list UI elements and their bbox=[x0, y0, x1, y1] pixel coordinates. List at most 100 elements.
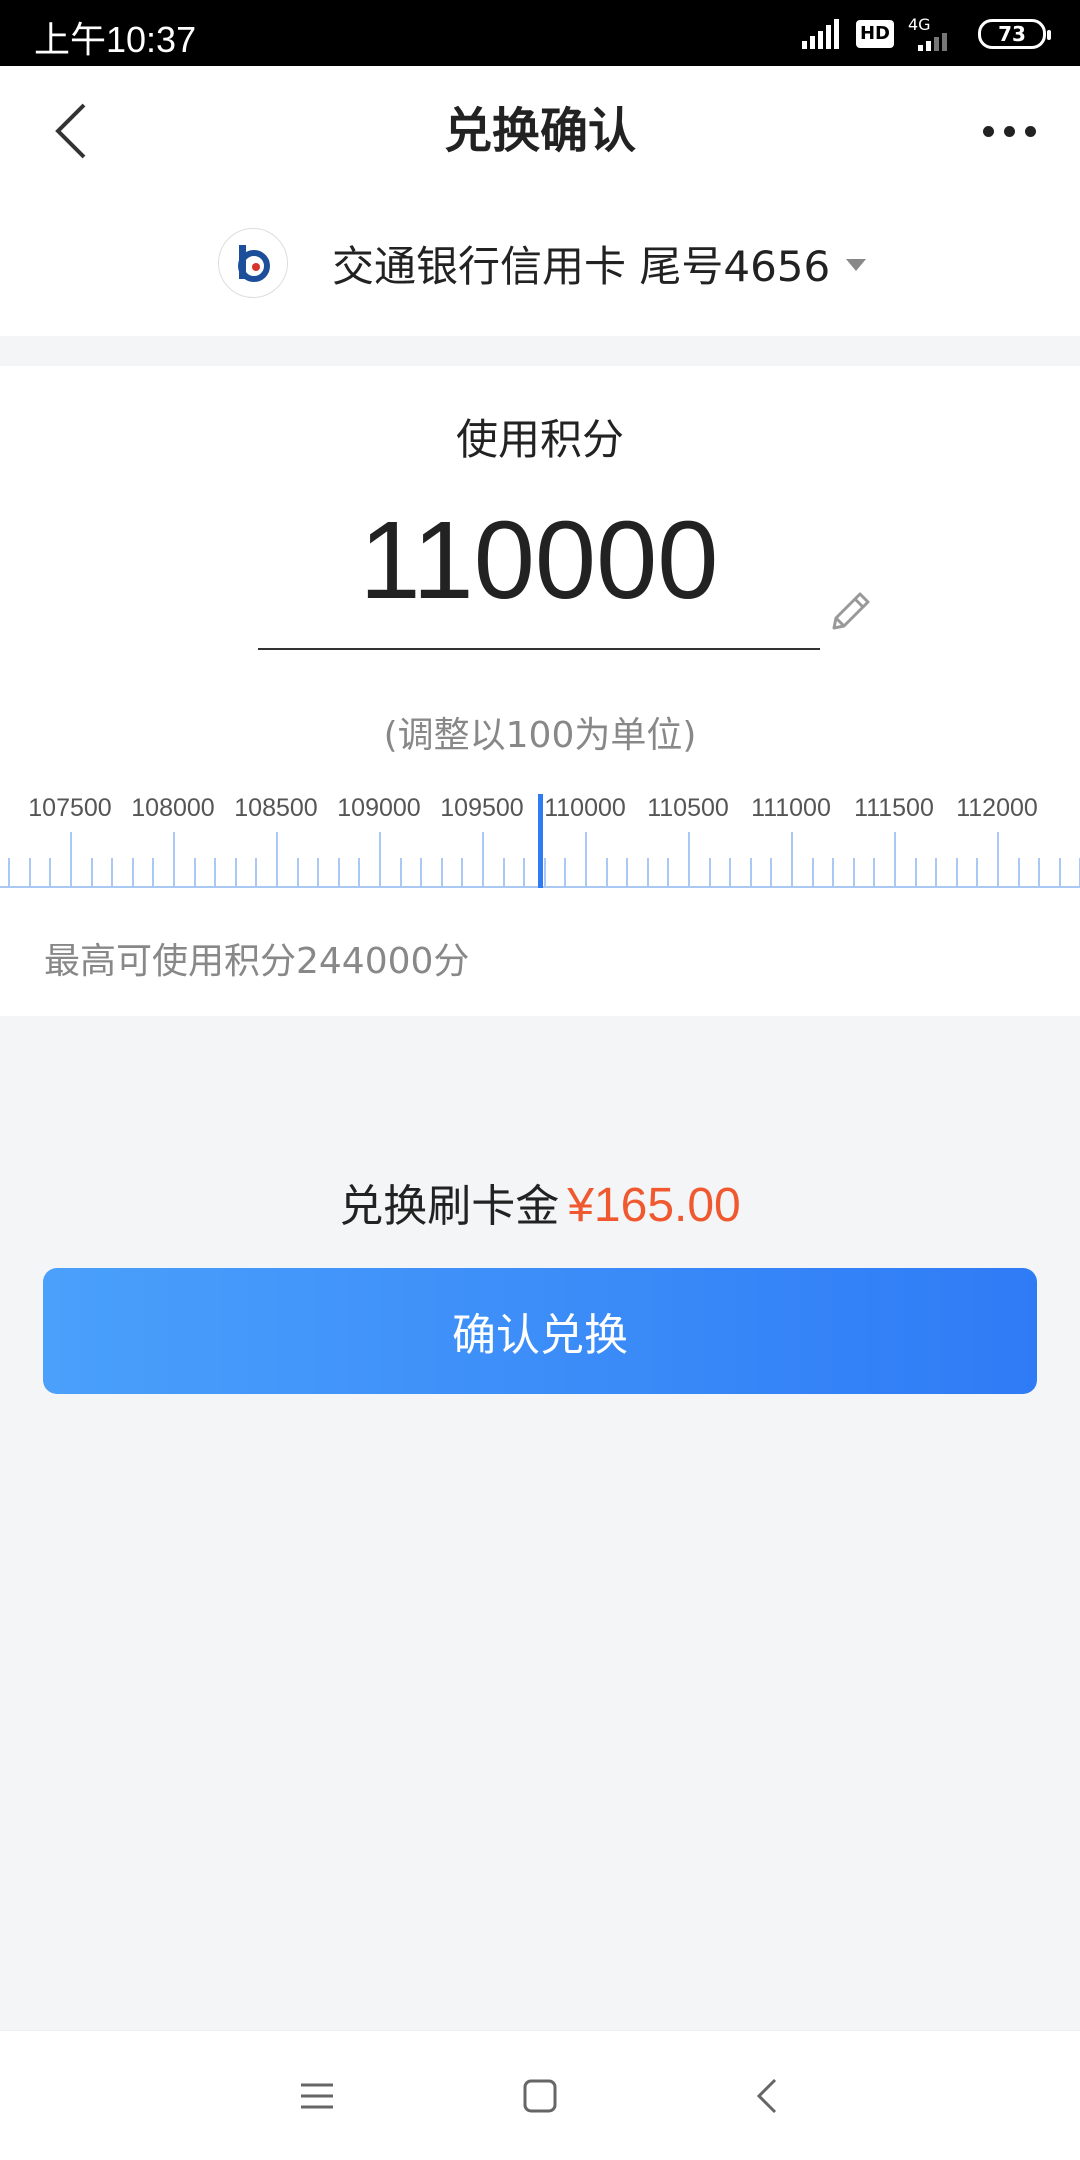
card-selector-content: 交通银行信用卡 尾号4656 bbox=[218, 228, 867, 298]
ruler-tick bbox=[523, 858, 525, 888]
status-icons: HD 4G 73 bbox=[801, 14, 1051, 54]
ruler-tick bbox=[214, 858, 216, 888]
ruler-tick bbox=[585, 832, 587, 888]
ruler-tick bbox=[709, 858, 711, 888]
ruler-tick bbox=[997, 832, 999, 888]
ruler-tick bbox=[338, 858, 340, 888]
menu-button[interactable] bbox=[287, 2066, 347, 2126]
battery-level: 73 bbox=[998, 22, 1026, 46]
ruler-tick bbox=[750, 858, 752, 888]
ruler-tick bbox=[503, 858, 505, 888]
ruler-tick bbox=[915, 858, 917, 888]
ruler-label: 111500 bbox=[854, 794, 934, 822]
home-button[interactable] bbox=[510, 2066, 570, 2126]
ruler-label: 107500 bbox=[28, 794, 112, 822]
ruler-tick bbox=[400, 858, 402, 888]
ruler-tick bbox=[647, 858, 649, 888]
ruler-tick bbox=[8, 858, 10, 888]
points-input[interactable]: 110000 bbox=[258, 506, 820, 616]
ruler-tick bbox=[194, 858, 196, 888]
hd-badge: HD bbox=[855, 20, 894, 48]
square-icon bbox=[523, 2079, 557, 2113]
chevron-left-icon bbox=[756, 2078, 777, 2114]
ruler-tick bbox=[461, 858, 463, 888]
system-nav-bar bbox=[0, 2030, 1080, 2160]
ruler-tick bbox=[276, 832, 278, 888]
ruler-tick bbox=[297, 858, 299, 888]
card-selector[interactable]: 交通银行信用卡 尾号4656 bbox=[0, 196, 1080, 336]
ruler-label: 109000 bbox=[337, 794, 421, 822]
points-hint: (调整以100为单位) bbox=[383, 715, 697, 756]
points-input-underline bbox=[258, 648, 820, 650]
ruler-tick bbox=[1059, 858, 1061, 888]
ruler-tick bbox=[91, 858, 93, 888]
ruler-tick bbox=[956, 858, 958, 888]
confirm-exchange-button[interactable]: 确认兑换 bbox=[43, 1268, 1037, 1394]
ruler-tick bbox=[729, 858, 731, 888]
status-time: 上午10:37 bbox=[34, 19, 197, 60]
ruler-tick bbox=[812, 858, 814, 888]
ruler-tick bbox=[173, 832, 175, 888]
ruler-tick bbox=[482, 832, 484, 888]
more-dot bbox=[982, 125, 994, 137]
ruler-tick bbox=[420, 858, 422, 888]
nav-bar: 兑换确认 bbox=[0, 66, 1080, 196]
ruler-tick bbox=[132, 858, 134, 888]
ruler-tick bbox=[1038, 858, 1040, 888]
ruler-label: 111000 bbox=[751, 794, 831, 822]
ruler-tick bbox=[317, 858, 319, 888]
summary-label: 兑换刷卡金 bbox=[339, 1181, 560, 1232]
ruler-tick bbox=[358, 858, 360, 888]
ruler-tick bbox=[935, 858, 937, 888]
page-title: 兑换确认 bbox=[443, 103, 636, 159]
ruler-tick bbox=[235, 858, 237, 888]
more-dot bbox=[1003, 125, 1015, 137]
status-bar: 上午10:37 HD 4G 73 bbox=[0, 0, 1080, 66]
ruler-tick bbox=[29, 858, 31, 888]
network-label: 4G bbox=[908, 15, 931, 34]
ruler-tick bbox=[894, 832, 896, 888]
caret-down-icon bbox=[846, 259, 867, 271]
points-label: 使用积分 bbox=[455, 415, 624, 464]
system-back-button[interactable] bbox=[737, 2066, 797, 2126]
ruler-tick bbox=[873, 858, 875, 888]
signal-icon bbox=[801, 19, 839, 49]
menu-icon bbox=[301, 2083, 333, 2109]
pencil-icon[interactable] bbox=[826, 588, 874, 636]
max-points-text: 最高可使用积分244000分 bbox=[44, 941, 470, 982]
ruler-tick bbox=[667, 858, 669, 888]
more-dot bbox=[1024, 125, 1036, 137]
ruler-indicator bbox=[538, 794, 543, 888]
ruler-tick bbox=[626, 858, 628, 888]
ruler-label: 110000 bbox=[544, 794, 626, 822]
ruler-label: 108000 bbox=[131, 794, 215, 822]
ruler-tick bbox=[49, 858, 51, 888]
ruler-tick bbox=[255, 858, 257, 888]
ruler-tick bbox=[379, 832, 381, 888]
ruler-label: 112000 bbox=[956, 794, 1038, 822]
bank-logo-icon bbox=[218, 228, 288, 298]
card-name: 交通银行信用卡 尾号4656 bbox=[332, 241, 831, 291]
ruler-tick bbox=[606, 858, 608, 888]
points-section: 使用积分 110000 (调整以100为单位) 107500 108000 1085… bbox=[0, 366, 1080, 1016]
ruler-tick bbox=[564, 858, 566, 888]
more-button[interactable] bbox=[974, 106, 1044, 156]
summary-amount: ¥165.00 bbox=[567, 1179, 741, 1232]
ruler-tick bbox=[1018, 858, 1020, 888]
ruler-tick bbox=[70, 832, 72, 888]
points-ruler-slider[interactable]: 107500 108000 108500 109000 109500 110000 1105… bbox=[0, 786, 1080, 896]
battery-icon: 73 bbox=[978, 19, 1051, 49]
ruler-tick bbox=[688, 832, 690, 888]
ruler-tick bbox=[441, 858, 443, 888]
exchange-summary: 兑换刷卡金 ¥165.00 bbox=[0, 1170, 1080, 1234]
ruler-tick bbox=[111, 858, 113, 888]
ruler-label: 109500 bbox=[440, 794, 524, 822]
ruler-tick bbox=[152, 858, 154, 888]
ruler-tick bbox=[832, 858, 834, 888]
ruler-label: 110500 bbox=[647, 794, 729, 822]
ruler-tick bbox=[544, 858, 546, 888]
ruler-tick bbox=[976, 858, 978, 888]
ruler-tick bbox=[791, 832, 793, 888]
ruler-label: 108500 bbox=[234, 794, 318, 822]
ruler-tick bbox=[853, 858, 855, 888]
